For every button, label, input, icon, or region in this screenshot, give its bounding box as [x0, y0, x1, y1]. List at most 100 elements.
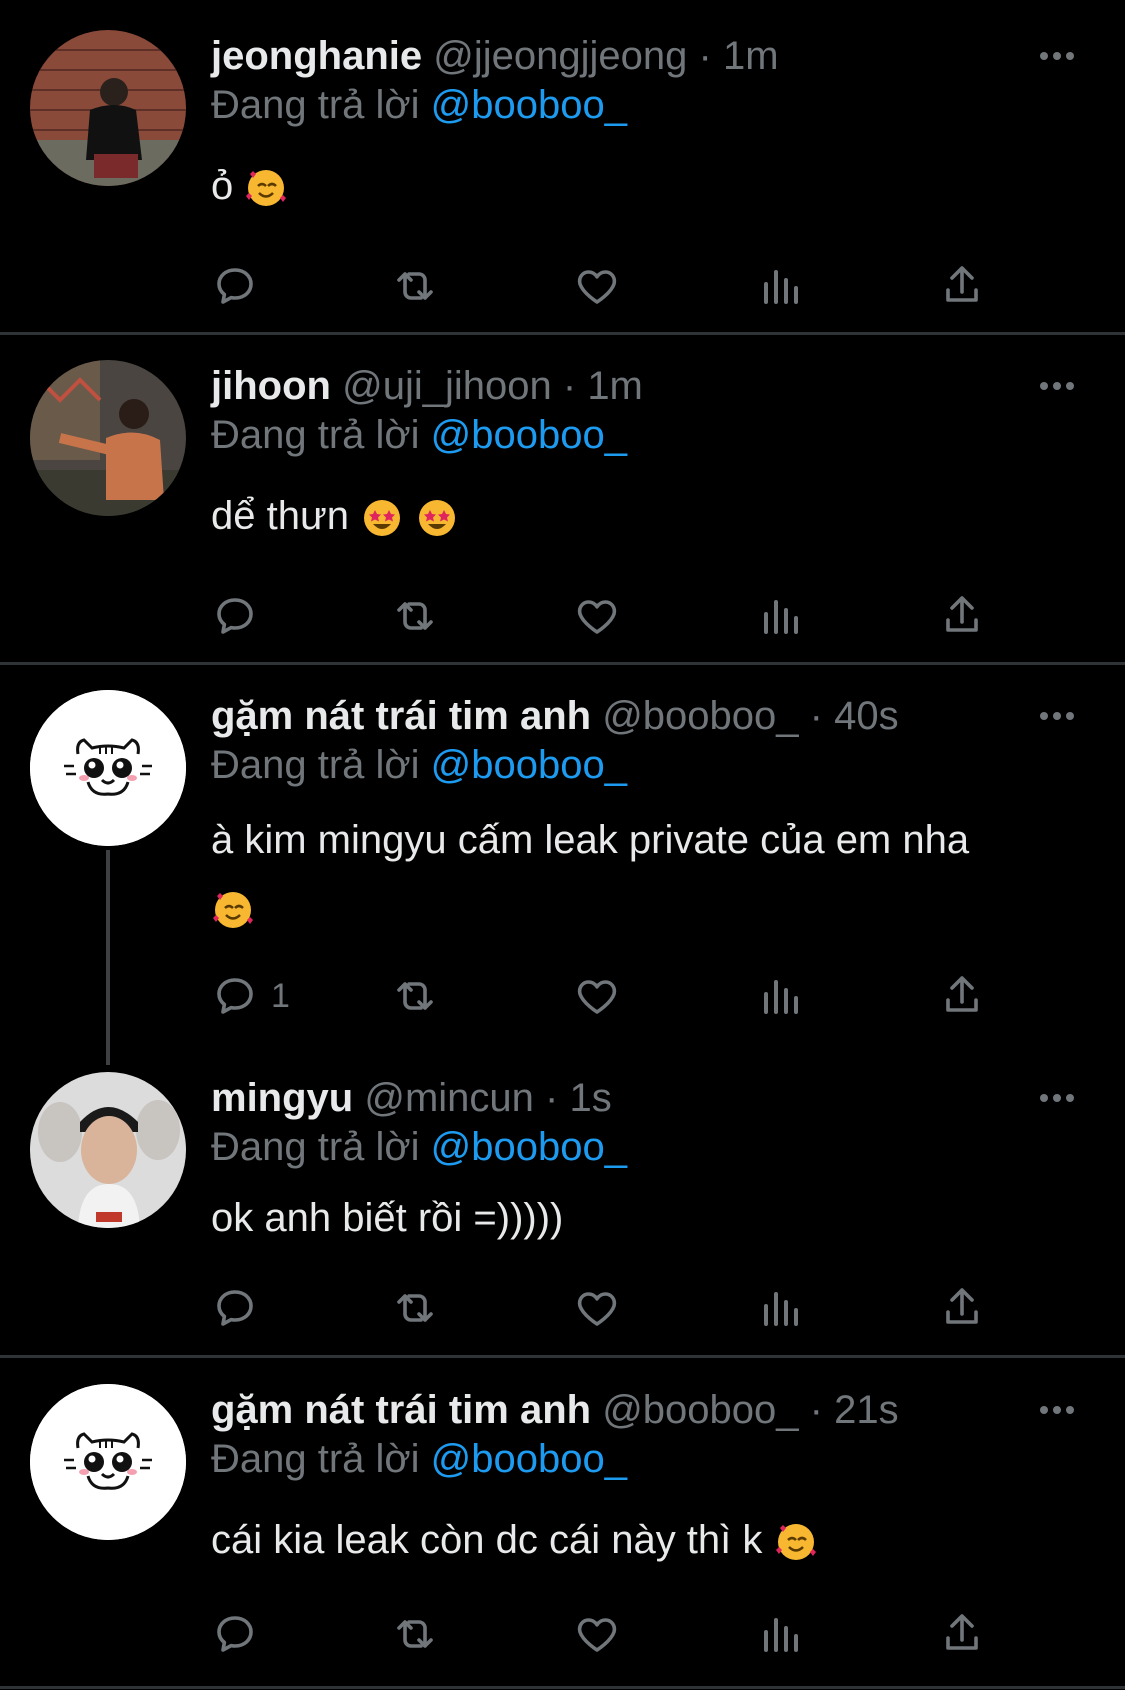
reply-mention[interactable]: @booboo_ [431, 1437, 627, 1481]
views-icon [764, 270, 798, 304]
reply-mention[interactable]: @booboo_ [431, 83, 627, 127]
views-button[interactable] [756, 1278, 804, 1338]
views-icon [764, 1292, 798, 1326]
star-struck-icon [419, 500, 456, 537]
retweet-button[interactable] [391, 586, 439, 646]
reply-mention[interactable]: @booboo_ [431, 743, 627, 787]
user-handle[interactable]: @jjeongjjeong [433, 34, 687, 78]
share-button[interactable] [938, 256, 986, 316]
like-icon [577, 1618, 617, 1652]
share-button[interactable] [938, 966, 986, 1026]
like-button[interactable] [573, 966, 621, 1026]
display-name[interactable]: gặm nát trái tim anh [211, 694, 591, 738]
display-name[interactable]: mingyu [211, 1076, 353, 1120]
avatar[interactable] [30, 30, 186, 186]
retweet-button[interactable] [391, 966, 439, 1026]
timestamp[interactable]: 40s [834, 694, 899, 738]
reply-button[interactable] [211, 1278, 259, 1338]
like-button[interactable] [573, 256, 621, 316]
retweet-icon [397, 982, 433, 1010]
more-icon[interactable] [1035, 26, 1079, 86]
tweet-text: cái kia leak còn dc cái này thì k [211, 1506, 1091, 1574]
reply-mention[interactable]: @booboo_ [431, 1125, 627, 1169]
views-button[interactable] [756, 966, 804, 1026]
user-handle[interactable]: @booboo_ [602, 1388, 798, 1432]
share-icon [946, 266, 978, 302]
tweet-text: dể thưn [211, 482, 1091, 550]
like-icon [577, 270, 617, 304]
timestamp[interactable]: 1m [587, 364, 643, 408]
user-handle[interactable]: @booboo_ [602, 694, 798, 738]
share-button[interactable] [938, 586, 986, 646]
share-button[interactable] [938, 1278, 986, 1338]
like-button[interactable] [573, 1278, 621, 1338]
timestamp[interactable]: 1m [723, 34, 779, 78]
timestamp[interactable]: 1s [570, 1076, 612, 1120]
views-button[interactable] [756, 1604, 804, 1664]
tweet-4[interactable]: mingyu @mincun · 1s Đang trả lời @booboo… [0, 1068, 1125, 1348]
timestamp[interactable]: 21s [834, 1388, 899, 1432]
views-icon [764, 600, 798, 634]
more-icon[interactable] [1035, 1380, 1079, 1440]
avatar[interactable] [30, 360, 186, 516]
reply-count: 1 [271, 976, 290, 1015]
star-struck-icon [364, 500, 401, 537]
reply-button[interactable] [211, 586, 259, 646]
reply-button[interactable]: 1 [211, 966, 290, 1026]
reply-context: Đang trả lời @booboo_ [211, 1121, 627, 1173]
reply-icon [217, 1290, 253, 1326]
reply-context: Đang trả lời @booboo_ [211, 409, 627, 461]
share-icon [946, 1614, 978, 1650]
display-name[interactable]: gặm nát trái tim anh [211, 1388, 591, 1432]
tweet-text: ỏ [211, 152, 1091, 220]
tweet-3[interactable]: gặm nát trái tim anh @booboo_ · 40s Đang… [0, 686, 1125, 1056]
reply-prefix: Đang trả lời [211, 1125, 420, 1169]
avatar[interactable] [30, 1072, 186, 1228]
reply-mention[interactable]: @booboo_ [431, 413, 627, 457]
like-button[interactable] [573, 1604, 621, 1664]
display-name[interactable]: jeonghanie [211, 34, 422, 78]
retweet-button[interactable] [391, 256, 439, 316]
tweet-body: ỏ [211, 164, 234, 208]
avatar[interactable] [30, 690, 186, 846]
like-icon [577, 600, 617, 634]
more-icon[interactable] [1035, 356, 1079, 416]
share-icon [946, 976, 978, 1012]
smiling-face-with-hearts-icon [213, 892, 253, 929]
tweet-header: jihoon @uji_jihoon · 1m [211, 356, 643, 416]
reply-icon [217, 598, 253, 634]
like-button[interactable] [573, 586, 621, 646]
tweet-body: ok anh biết rồi =))))) [211, 1196, 564, 1240]
views-icon [764, 980, 798, 1014]
retweet-icon [397, 272, 433, 300]
views-button[interactable] [756, 256, 804, 316]
reply-context: Đang trả lời @booboo_ [211, 79, 627, 131]
tweet-1[interactable]: jeonghanie @jjeongjjeong · 1m Đang trả l… [0, 26, 1125, 326]
tweet-header: gặm nát trái tim anh @booboo_ · 21s [211, 1380, 899, 1440]
tweet-text: à kim mingyu cấm leak private của em nha [211, 806, 1091, 942]
user-handle[interactable]: @uji_jihoon [342, 364, 552, 408]
share-button[interactable] [938, 1604, 986, 1664]
reply-icon [217, 268, 253, 304]
separator-dot: · [809, 1388, 823, 1432]
tweet-text: ok anh biết rồi =))))) [211, 1184, 1091, 1252]
more-icon[interactable] [1035, 1068, 1079, 1128]
retweet-button[interactable] [391, 1604, 439, 1664]
divider [0, 1355, 1125, 1358]
reply-button[interactable] [211, 256, 259, 316]
retweet-button[interactable] [391, 1278, 439, 1338]
separator-dot: · [562, 364, 577, 408]
views-button[interactable] [756, 586, 804, 646]
avatar[interactable] [30, 1384, 186, 1540]
retweet-icon [397, 1294, 433, 1322]
divider [0, 662, 1125, 665]
reply-prefix: Đang trả lời [211, 1437, 420, 1481]
reply-prefix: Đang trả lời [211, 413, 420, 457]
tweet-2[interactable]: jihoon @uji_jihoon · 1m Đang trả lời @bo… [0, 356, 1125, 656]
separator-dot: · [809, 694, 823, 738]
display-name[interactable]: jihoon [211, 364, 331, 408]
reply-button[interactable] [211, 1604, 259, 1664]
more-icon[interactable] [1035, 686, 1079, 746]
user-handle[interactable]: @mincun [364, 1076, 534, 1120]
tweet-5[interactable]: gặm nát trái tim anh @booboo_ · 21s Đang… [0, 1380, 1125, 1680]
